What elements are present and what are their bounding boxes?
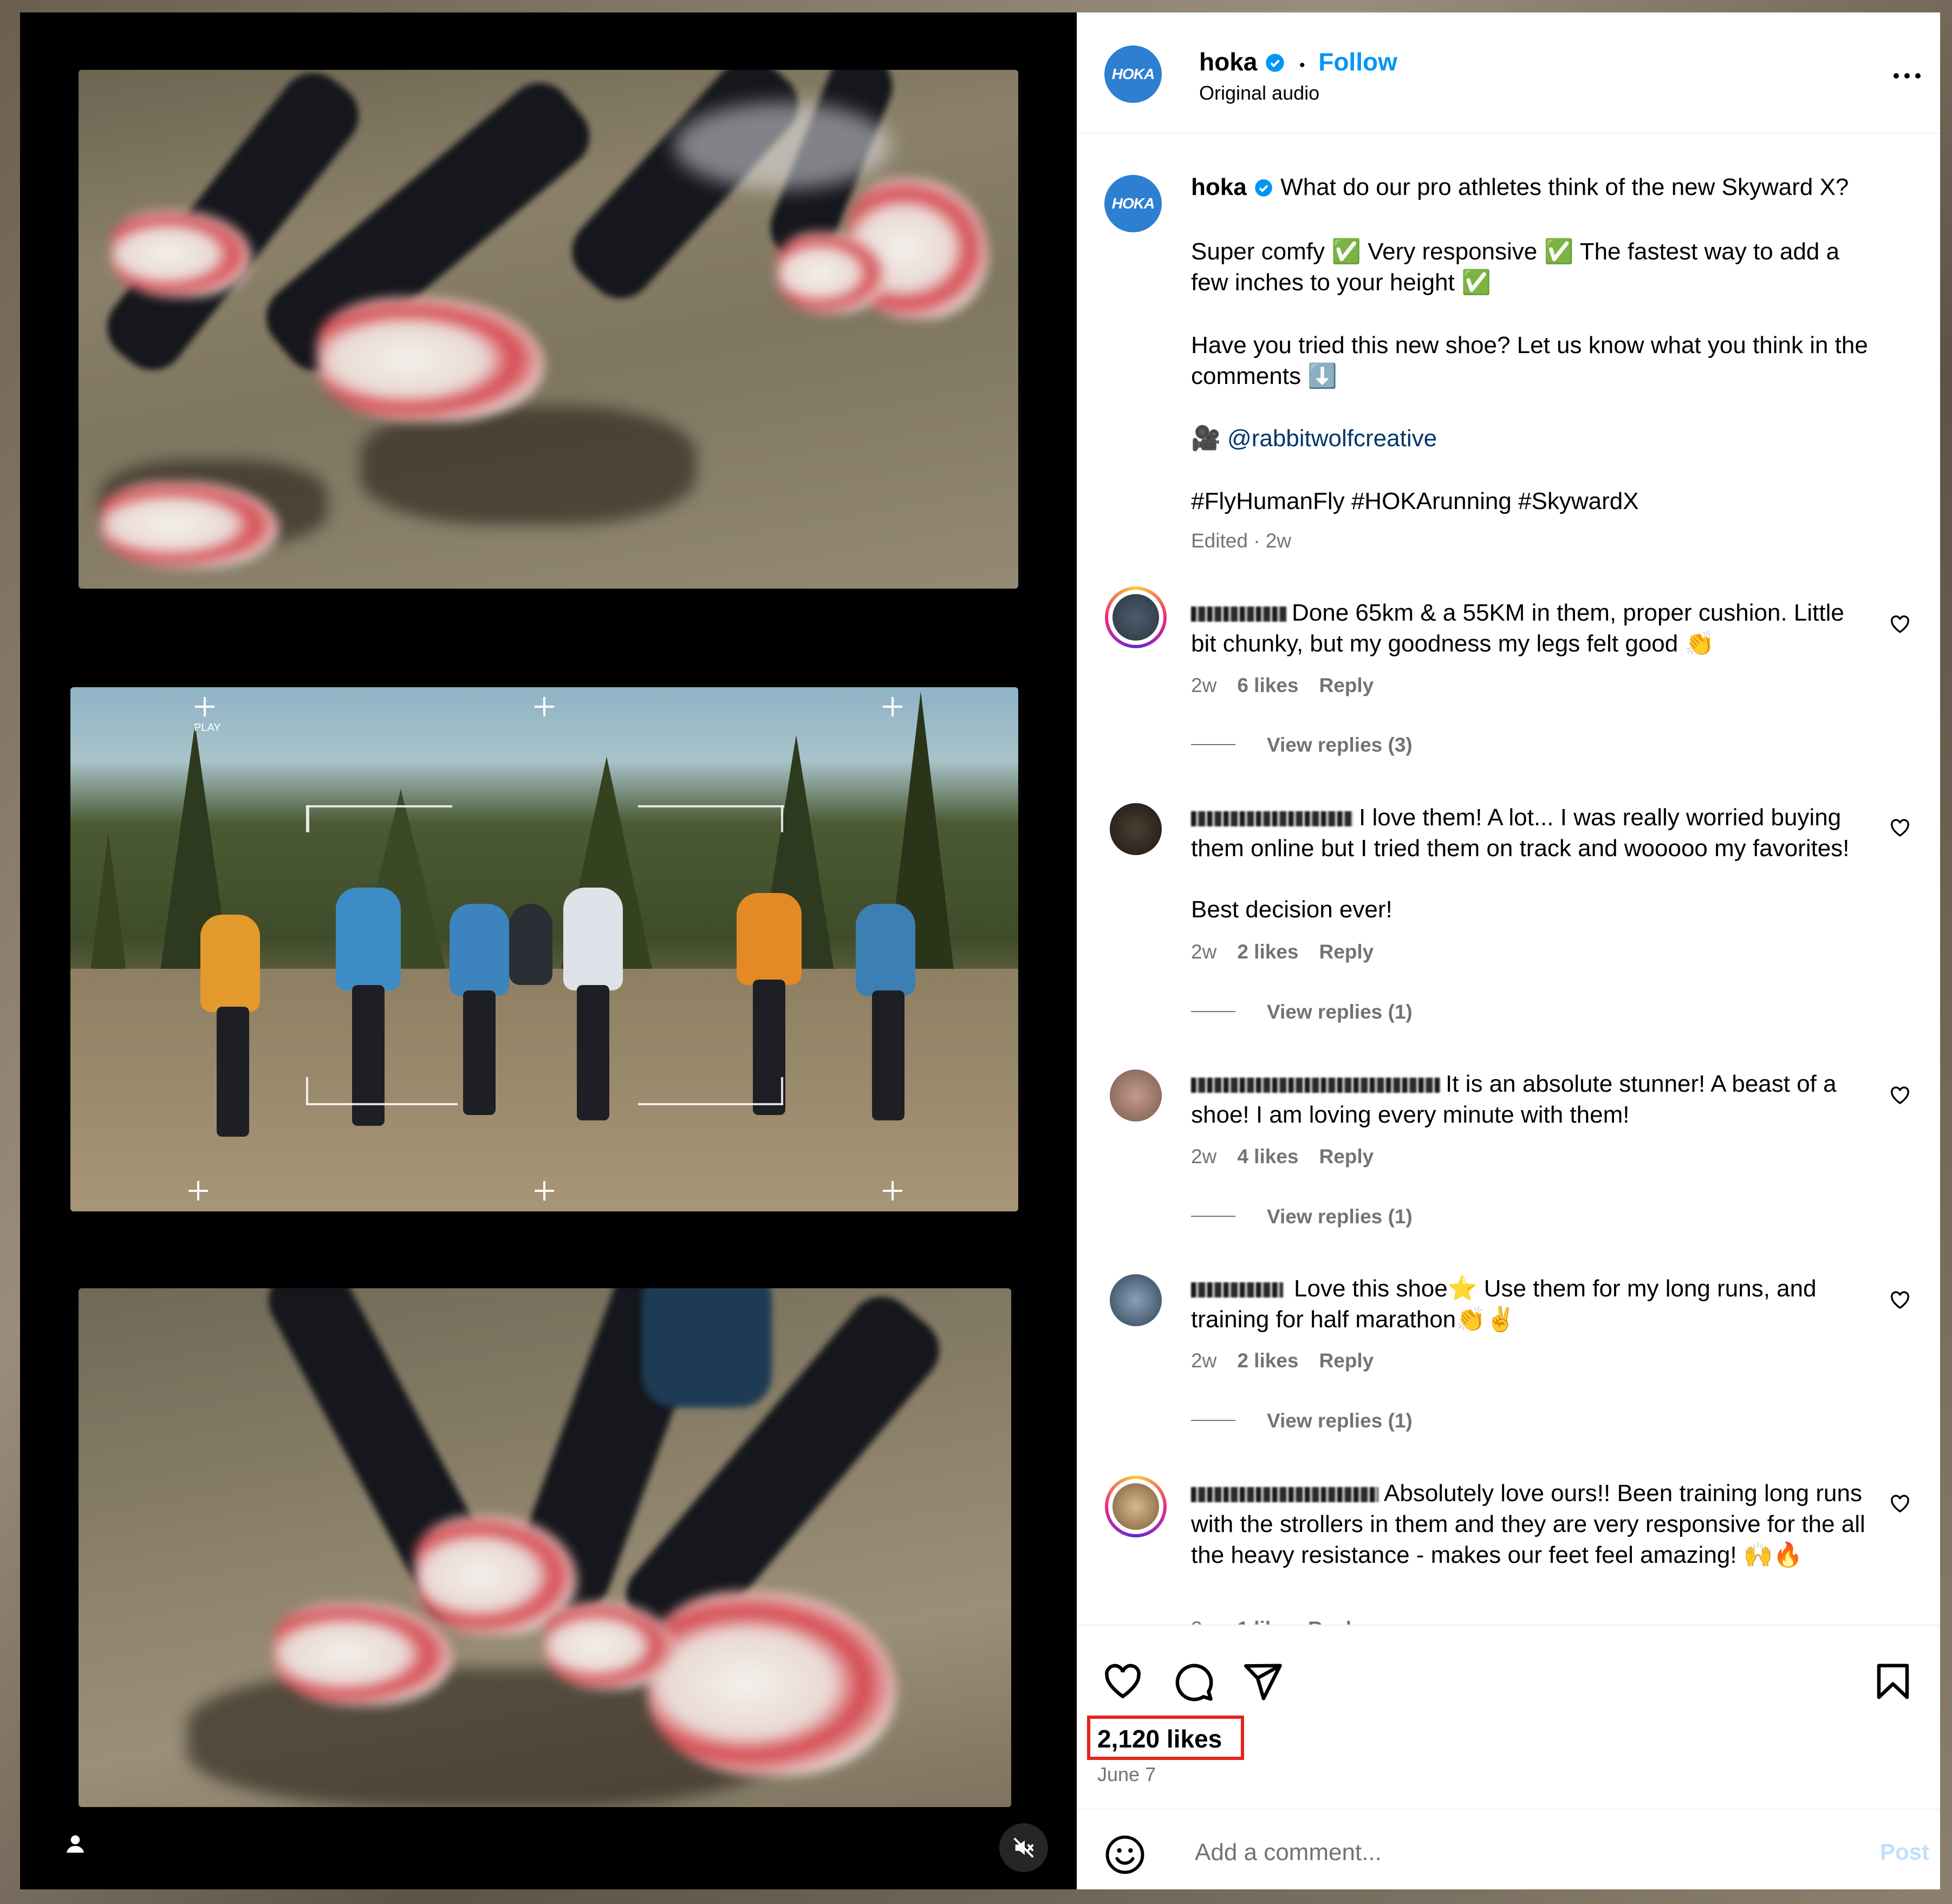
comment-likes[interactable]: 2 likes bbox=[1237, 1349, 1298, 1372]
video-player[interactable]: PLAY bbox=[20, 12, 1077, 1889]
comment-likes[interactable]: 4 likes bbox=[1237, 1145, 1298, 1168]
comment-text: Done 65km & a 55KM in them, proper cushi… bbox=[1191, 599, 1844, 657]
comment-like-icon[interactable] bbox=[1889, 1289, 1911, 1311]
caption-avatar[interactable]: HOKA bbox=[1104, 175, 1162, 232]
redacted-username bbox=[1191, 1487, 1378, 1502]
comments-scroll[interactable]: HOKA hoka What do our pro athletes think… bbox=[1077, 133, 1940, 1625]
redacted-username bbox=[1191, 1078, 1440, 1093]
comment-text: Absolutely love ours!! Been training lon… bbox=[1191, 1480, 1865, 1568]
redacted-username bbox=[1191, 811, 1354, 826]
caption: hoka What do our pro athletes think of t… bbox=[1191, 172, 1868, 203]
author-line: hoka • Follow bbox=[1199, 47, 1397, 76]
audio-link[interactable]: Original audio bbox=[1199, 82, 1319, 105]
reply-button[interactable]: Reply bbox=[1319, 1349, 1374, 1372]
comment-meta: 2w 2 likes Reply bbox=[1191, 1349, 1374, 1372]
post-modal: PLAY HOKA hoka • Follow Original audio H… bbox=[20, 12, 1940, 1889]
comment-likes[interactable]: 6 likes bbox=[1237, 674, 1298, 696]
reply-button[interactable]: Reply bbox=[1308, 1618, 1363, 1625]
user-tag-icon[interactable] bbox=[59, 1828, 92, 1860]
commenter-avatar[interactable] bbox=[1110, 803, 1162, 855]
commenter-avatar[interactable] bbox=[1110, 1274, 1162, 1326]
post-sidebar: HOKA hoka • Follow Original audio HOKA h… bbox=[1077, 12, 1940, 1889]
comment-like-icon[interactable] bbox=[1889, 1493, 1911, 1515]
commenter-avatar[interactable] bbox=[1110, 1070, 1162, 1121]
reply-button[interactable]: Reply bbox=[1319, 674, 1374, 696]
comment-like-icon[interactable] bbox=[1889, 817, 1911, 839]
view-replies-button[interactable]: View replies (1) bbox=[1191, 1410, 1413, 1432]
play-label: PLAY bbox=[194, 722, 221, 734]
reply-button[interactable]: Reply bbox=[1319, 941, 1374, 963]
credit-mention[interactable]: @rabbitwolfcreative bbox=[1227, 425, 1437, 452]
comment-text-2: Best decision ever! bbox=[1191, 896, 1393, 923]
commenter-avatar bbox=[1112, 594, 1159, 641]
caption-hashtags[interactable]: #FlyHumanFly #HOKArunning #SkywardX bbox=[1191, 486, 1868, 517]
comment-likes[interactable]: 2 likes bbox=[1237, 941, 1298, 963]
likes-count[interactable]: 2,120 likes bbox=[1097, 1724, 1222, 1753]
emoji-icon[interactable] bbox=[1104, 1834, 1146, 1876]
comment-meta: 2w 2 likes Reply bbox=[1191, 941, 1374, 963]
commenter-avatar-ring[interactable] bbox=[1105, 1476, 1167, 1537]
comment-meta: 2w1 likeReply bbox=[1191, 1618, 1383, 1625]
verified-icon bbox=[1266, 54, 1284, 72]
view-replies-button[interactable]: View replies (1) bbox=[1191, 1205, 1413, 1228]
author-avatar[interactable]: HOKA bbox=[1104, 45, 1162, 103]
redacted-username bbox=[1191, 607, 1286, 622]
heart-icon[interactable] bbox=[1102, 1660, 1144, 1703]
view-replies-button[interactable]: View replies (1) bbox=[1191, 1001, 1413, 1023]
caption-credit-line: 🎥 @rabbitwolfcreative bbox=[1191, 423, 1868, 454]
video-frame-bottom bbox=[79, 1288, 1011, 1807]
caption-line-1: What do our pro athletes think of the ne… bbox=[1280, 174, 1849, 200]
view-replies-button[interactable]: View replies (3) bbox=[1191, 734, 1413, 757]
reply-button[interactable]: Reply bbox=[1319, 1145, 1374, 1168]
caption-line-3: Have you tried this new shoe? Let us kno… bbox=[1191, 332, 1868, 389]
redacted-username bbox=[1191, 1282, 1283, 1297]
comment-text: It is an absolute stunner! A beast of a … bbox=[1191, 1071, 1837, 1128]
verified-icon bbox=[1255, 179, 1272, 197]
mute-button[interactable] bbox=[999, 1823, 1048, 1872]
commenter-avatar-ring[interactable] bbox=[1105, 586, 1167, 648]
comment-icon[interactable] bbox=[1172, 1660, 1214, 1703]
caption-username[interactable]: hoka bbox=[1191, 174, 1247, 200]
author-username[interactable]: hoka bbox=[1199, 48, 1257, 76]
post-date: June 7 bbox=[1097, 1763, 1156, 1785]
comment-meta: 2w 6 likes Reply bbox=[1191, 674, 1374, 696]
add-comment-bar: Post bbox=[1077, 1809, 1940, 1890]
video-frame-top bbox=[79, 70, 1018, 589]
mute-icon bbox=[1013, 1837, 1034, 1858]
more-icon[interactable] bbox=[1891, 68, 1923, 84]
caption-edited: Edited · 2w bbox=[1191, 530, 1292, 552]
post-header: HOKA hoka • Follow Original audio bbox=[1077, 12, 1940, 134]
comment-input[interactable] bbox=[1194, 1836, 1792, 1869]
post-actions: 2,120 likes June 7 bbox=[1077, 1625, 1940, 1810]
comment-like-icon[interactable] bbox=[1889, 1085, 1911, 1106]
video-frame-middle: PLAY bbox=[70, 687, 1018, 1211]
commenter-avatar bbox=[1112, 1483, 1159, 1530]
post-button[interactable]: Post bbox=[1880, 1839, 1929, 1865]
dot-separator: • bbox=[1299, 56, 1305, 74]
comment-like-icon[interactable] bbox=[1889, 614, 1911, 635]
follow-button[interactable]: Follow bbox=[1318, 48, 1397, 76]
share-icon[interactable] bbox=[1241, 1660, 1284, 1703]
bookmark-icon[interactable] bbox=[1872, 1660, 1914, 1703]
comment-text: I love them! A lot... I was really worri… bbox=[1191, 804, 1850, 862]
comment-meta: 2w 4 likes Reply bbox=[1191, 1145, 1374, 1168]
comment-text: Love this shoe⭐ Use them for my long run… bbox=[1191, 1275, 1817, 1333]
caption-line-2: Super comfy ✅ Very responsive ✅ The fast… bbox=[1191, 238, 1840, 296]
comment-likes[interactable]: 1 like bbox=[1237, 1618, 1287, 1625]
camera-icon: 🎥 bbox=[1191, 425, 1221, 452]
